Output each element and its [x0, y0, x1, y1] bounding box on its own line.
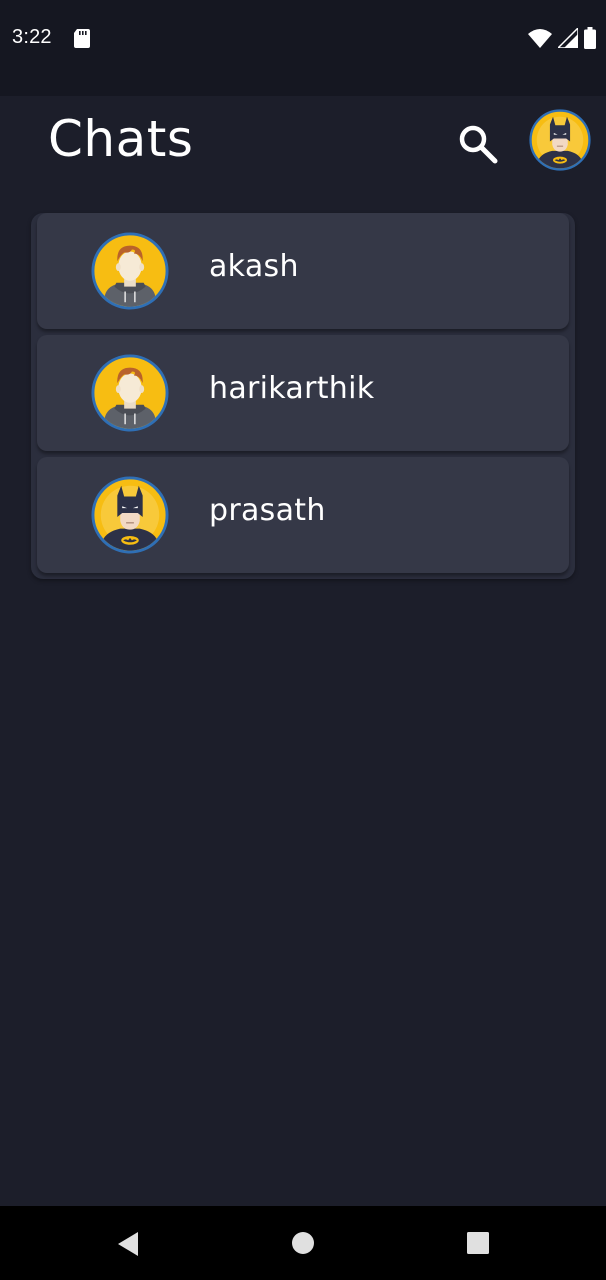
avatar [91, 476, 169, 554]
chat-name: akash [209, 249, 299, 284]
cellular-signal-icon [558, 28, 578, 48]
search-icon [459, 125, 498, 164]
avatar [91, 354, 169, 432]
back-icon[interactable] [114, 1230, 142, 1258]
status-time: 3:22 [12, 26, 52, 48]
app-bar: Chats [0, 96, 606, 192]
battery-icon [584, 27, 596, 49]
search-button[interactable] [452, 118, 504, 170]
navigation-bar [0, 1206, 606, 1280]
sd-card-icon [74, 29, 90, 48]
chat-row-prasath[interactable]: prasath [37, 457, 569, 573]
page-title: Chats [48, 110, 194, 168]
recents-icon[interactable] [464, 1230, 492, 1258]
chat-row-akash[interactable]: akash [37, 213, 569, 329]
chat-list: akash harikarthik prasath [31, 213, 575, 579]
profile-avatar[interactable] [529, 109, 591, 171]
home-icon[interactable] [289, 1230, 317, 1258]
chat-name: prasath [209, 493, 326, 528]
chat-name: harikarthik [209, 371, 375, 406]
wifi-icon [528, 29, 552, 48]
status-bar: 3:22 [0, 0, 606, 96]
avatar [91, 232, 169, 310]
chat-row-harikarthik[interactable]: harikarthik [37, 335, 569, 451]
